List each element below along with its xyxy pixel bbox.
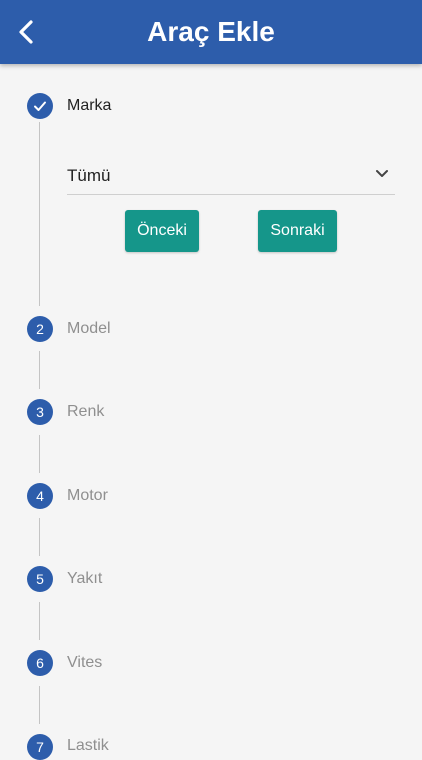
previous-button[interactable]: Önceki — [125, 210, 199, 252]
step-2-circle[interactable]: 2 — [27, 316, 53, 342]
step-connector — [39, 518, 40, 556]
step-connector — [39, 602, 40, 640]
step-4-title[interactable]: Motor — [67, 486, 108, 506]
step-7-title[interactable]: Lastik — [67, 736, 109, 756]
step-4-circle[interactable]: 4 — [27, 483, 53, 509]
page-title: Araç Ekle — [147, 16, 275, 47]
step-1-check-circle[interactable] — [27, 93, 53, 119]
app-bar: Araç Ekle — [0, 0, 422, 64]
vertical-stepper: Marka Tümü Önceki Sonraki 2 Model 3 Renk… — [0, 64, 422, 760]
next-button[interactable]: Sonraki — [258, 210, 337, 252]
step-5-circle[interactable]: 5 — [27, 566, 53, 592]
check-icon — [34, 101, 46, 111]
step-connector — [39, 122, 40, 306]
step-3-title[interactable]: Renk — [67, 402, 104, 422]
step-6-title[interactable]: Vites — [67, 653, 102, 673]
brand-dropdown[interactable]: Tümü — [67, 161, 395, 195]
chevron-down-icon — [376, 170, 388, 177]
step-2-title[interactable]: Model — [67, 319, 111, 339]
dropdown-selected-value: Tümü — [67, 166, 111, 185]
step-7-circle[interactable]: 7 — [27, 734, 53, 760]
step-6-circle[interactable]: 6 — [27, 650, 53, 676]
step-5-title[interactable]: Yakıt — [67, 569, 102, 589]
step-connector — [39, 686, 40, 724]
step-1-title[interactable]: Marka — [67, 96, 111, 116]
step-3-circle[interactable]: 3 — [27, 399, 53, 425]
step-connector — [39, 435, 40, 473]
step-connector — [39, 351, 40, 389]
